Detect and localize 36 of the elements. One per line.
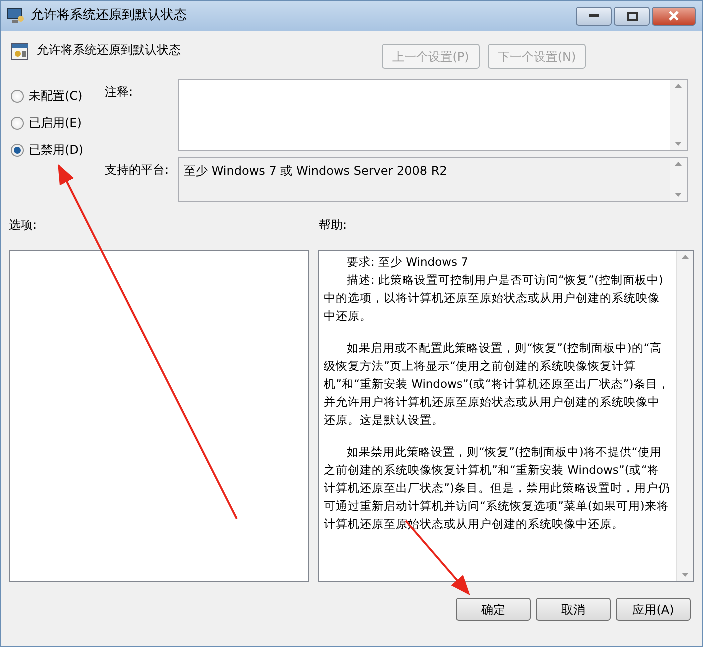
scrollbar[interactable] <box>670 80 687 150</box>
help-paragraph: 如果启用或不配置此策略设置，则“恢复”(控制面板中)的“高级恢复方法”页上将显示“使用之前创建的系统映像恢复计算机”和“重新安装 Windows”(或“将计算机还原至出厂状态”)条目，并允许用户将计算机还原至原始状态或从用户创建的系统映像中还原。这是默认设置。 <box>324 340 671 429</box>
help-label: 帮助: <box>319 217 348 234</box>
radio-button[interactable] <box>11 116 24 130</box>
scroll-down-icon[interactable] <box>675 193 682 197</box>
maximize-button[interactable] <box>614 6 650 26</box>
dialog-button[interactable]: 应用(A) <box>616 598 691 621</box>
minimize-button[interactable] <box>576 6 612 26</box>
close-icon <box>668 11 680 21</box>
platform-label: 支持的平台: <box>105 162 170 179</box>
scroll-up-icon[interactable] <box>675 84 682 88</box>
computer-icon <box>7 8 25 24</box>
radio-button[interactable] <box>11 144 24 156</box>
platform-value: 至少 Windows 7 或 Windows Server 2008 R2 <box>183 163 448 180</box>
scroll-up-icon[interactable] <box>682 255 688 259</box>
comment-label: 注释: <box>105 84 134 101</box>
setting-title: 允许将系统还原到默认状态 <box>37 42 181 59</box>
comment-field[interactable] <box>178 79 688 151</box>
policy-icon <box>11 43 29 61</box>
options-label: 选项: <box>9 217 38 234</box>
radio-label[interactable]: 已禁用(D) <box>29 141 84 159</box>
minimize-icon <box>589 14 599 18</box>
radio-button[interactable] <box>11 90 24 102</box>
window-title: 允许将系统还原到默认状态 <box>31 7 187 26</box>
close-button[interactable] <box>652 6 696 26</box>
scroll-down-icon[interactable] <box>675 142 682 146</box>
help-paragraph: 描述: 此策略设置可控制用户是否可访问“恢复”(控制面板中)中的选项，以将计算机还原至原始状态或从用户创建的系统映像中还原。 <box>324 272 664 325</box>
maximize-icon <box>626 12 638 20</box>
help-paragraph: 要求: 至少 Windows 7 <box>346 254 470 271</box>
scrollbar[interactable] <box>676 251 693 581</box>
radio-label[interactable]: 已启用(E) <box>29 114 82 132</box>
radio-label[interactable]: 未配置(C) <box>29 87 83 105</box>
scroll-up-icon[interactable] <box>675 162 682 166</box>
dialog-button[interactable]: 取消 <box>536 598 611 621</box>
scroll-down-icon[interactable] <box>682 573 688 577</box>
dialog-button[interactable]: 确定 <box>456 598 531 621</box>
